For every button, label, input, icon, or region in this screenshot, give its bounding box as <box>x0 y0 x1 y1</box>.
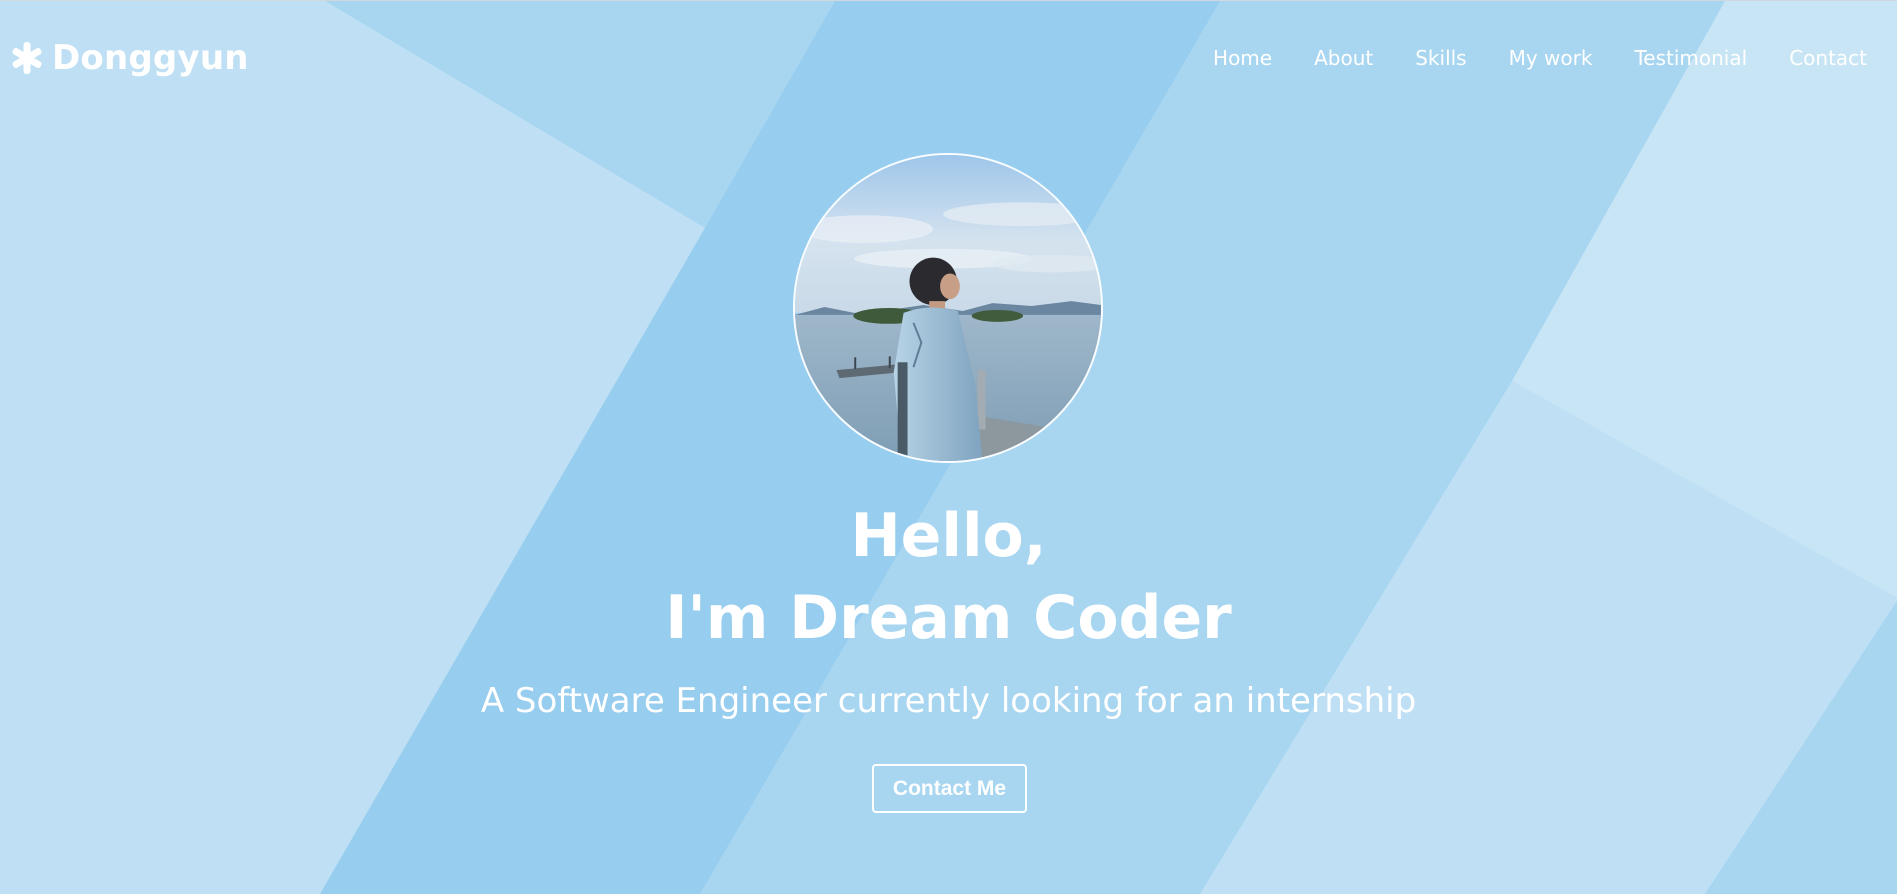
navbar: Donggyun Home About Skills My work Testi… <box>0 1 1897 113</box>
hero-greeting: Hello, <box>850 501 1047 571</box>
logo[interactable]: Donggyun <box>10 36 249 80</box>
profile-photo <box>795 155 1101 461</box>
nav-menu: Home About Skills My work Testimonial Co… <box>1213 45 1867 71</box>
nav-item-home[interactable]: Home <box>1213 45 1272 71</box>
nav-item-skills[interactable]: Skills <box>1415 45 1466 71</box>
hero-section: Donggyun Home About Skills My work Testi… <box>0 0 1897 894</box>
nav-item-about[interactable]: About <box>1314 45 1373 71</box>
logo-text: Donggyun <box>52 38 249 78</box>
nav-item-testimonial[interactable]: Testimonial <box>1634 45 1747 71</box>
hero-title: I'm Dream Coder <box>665 583 1232 653</box>
avatar <box>793 153 1103 463</box>
asterisk-icon <box>12 42 42 74</box>
hero-subtitle: A Software Engineer currently looking fo… <box>480 681 1417 721</box>
page: Donggyun Home About Skills My work Testi… <box>0 0 1897 896</box>
nav-item-contact[interactable]: Contact <box>1789 45 1867 71</box>
contact-me-button[interactable]: Contact Me <box>872 764 1027 813</box>
nav-item-my-work[interactable]: My work <box>1509 45 1593 71</box>
